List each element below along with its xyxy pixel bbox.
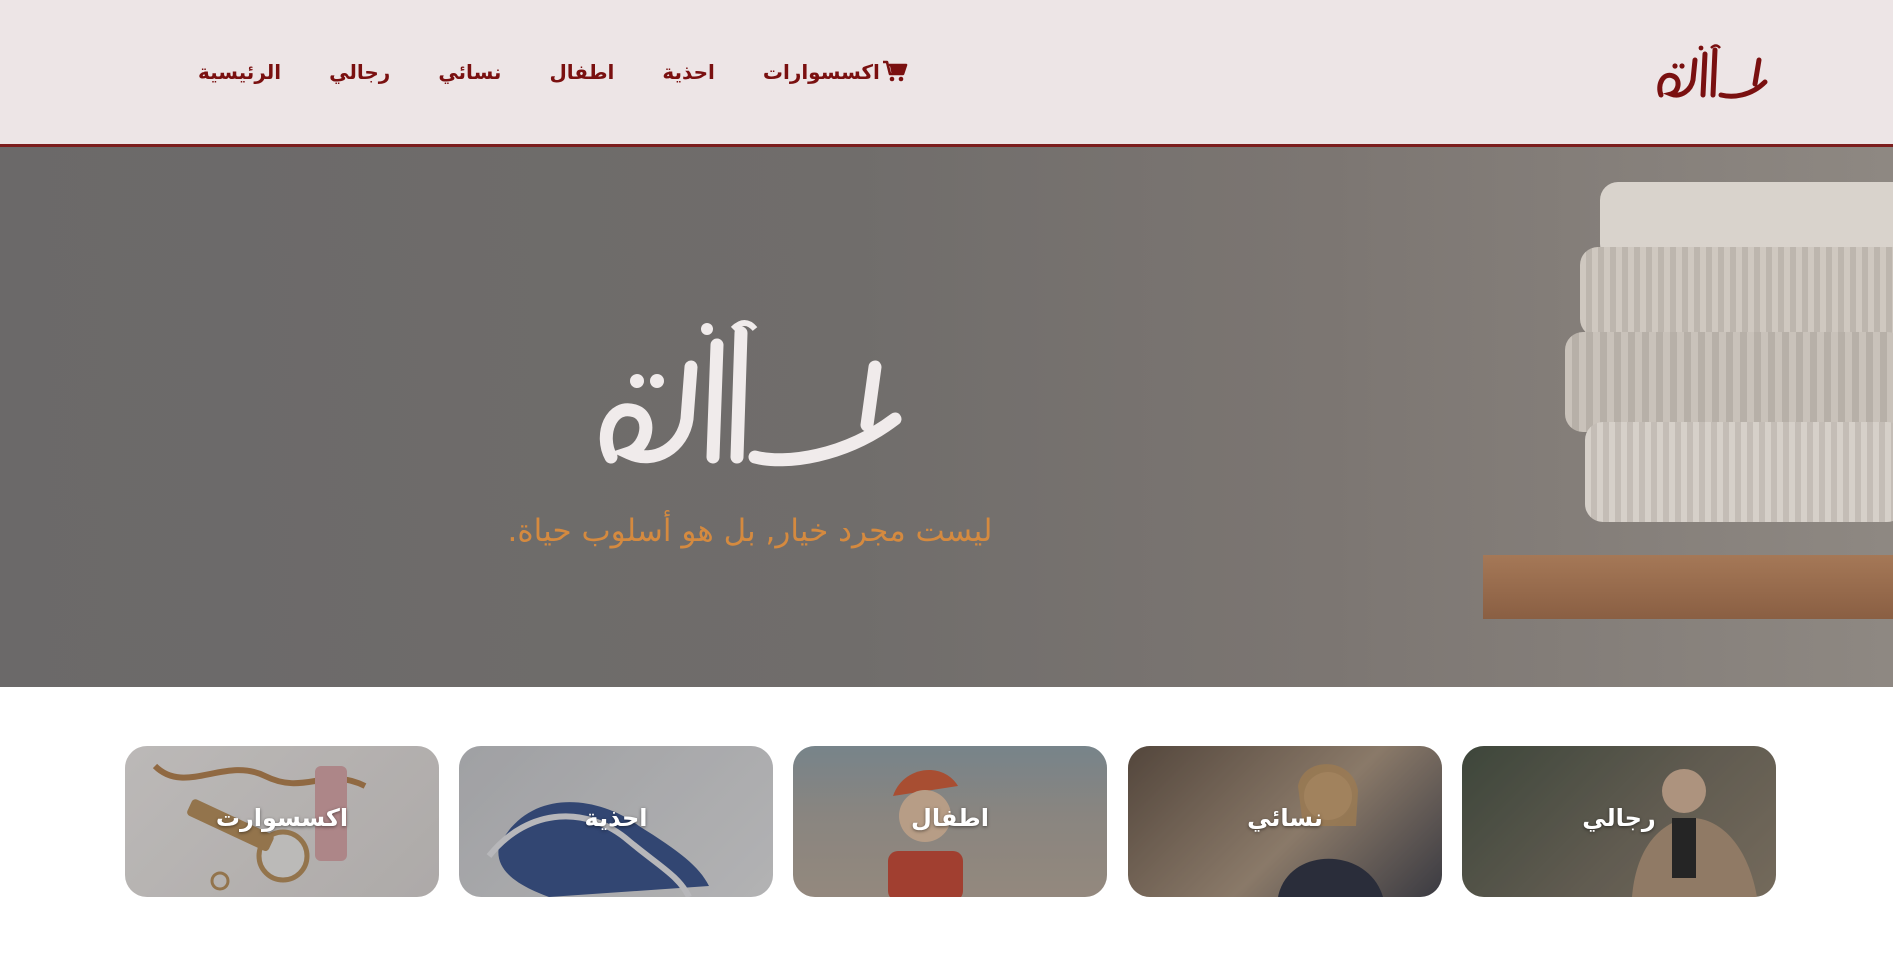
category-card-men[interactable]: رجالي: [1462, 746, 1776, 897]
hero-banner: ليست مجرد خيار, بل هو أسلوب حياة.: [0, 147, 1893, 687]
hero-tagline: ليست مجرد خيار, بل هو أسلوب حياة.: [507, 513, 993, 549]
category-card-women[interactable]: نسائي: [1128, 746, 1442, 897]
nav-men[interactable]: رجالي: [329, 60, 390, 84]
hero-logo: [595, 307, 910, 472]
category-label: نسائي: [1247, 804, 1323, 832]
sweater-image: [1585, 422, 1893, 522]
wooden-shelf-image: [1483, 555, 1893, 619]
nav-shoes[interactable]: احذية: [662, 60, 714, 84]
category-label: احذية: [584, 804, 648, 832]
category-cards: اكسسوارت احذية اطفال نسائي رجالي: [125, 746, 1777, 897]
shopping-cart-icon[interactable]: [880, 57, 910, 87]
nav-women[interactable]: نسائي: [438, 60, 501, 84]
category-card-kids[interactable]: اطفال: [793, 746, 1107, 897]
main-nav: الرئيسية رجالي نسائي اطفال احذية اكسسوار…: [150, 52, 910, 92]
nav-kids[interactable]: اطفال: [549, 60, 614, 84]
sweater-image: [1565, 332, 1893, 432]
sweater-image: [1580, 247, 1893, 337]
category-label: رجالي: [1582, 804, 1656, 832]
category-card-accessories[interactable]: اكسسوارت: [125, 746, 439, 897]
nav-accessories[interactable]: اكسسوارات: [763, 60, 880, 84]
site-header: الرئيسية رجالي نسائي اطفال احذية اكسسوار…: [0, 0, 1893, 147]
category-label: اطفال: [911, 804, 989, 832]
category-label: اكسسوارت: [215, 804, 349, 832]
brand-logo[interactable]: [1655, 40, 1770, 105]
nav-home[interactable]: الرئيسية: [198, 60, 281, 84]
category-card-shoes[interactable]: احذية: [459, 746, 773, 897]
